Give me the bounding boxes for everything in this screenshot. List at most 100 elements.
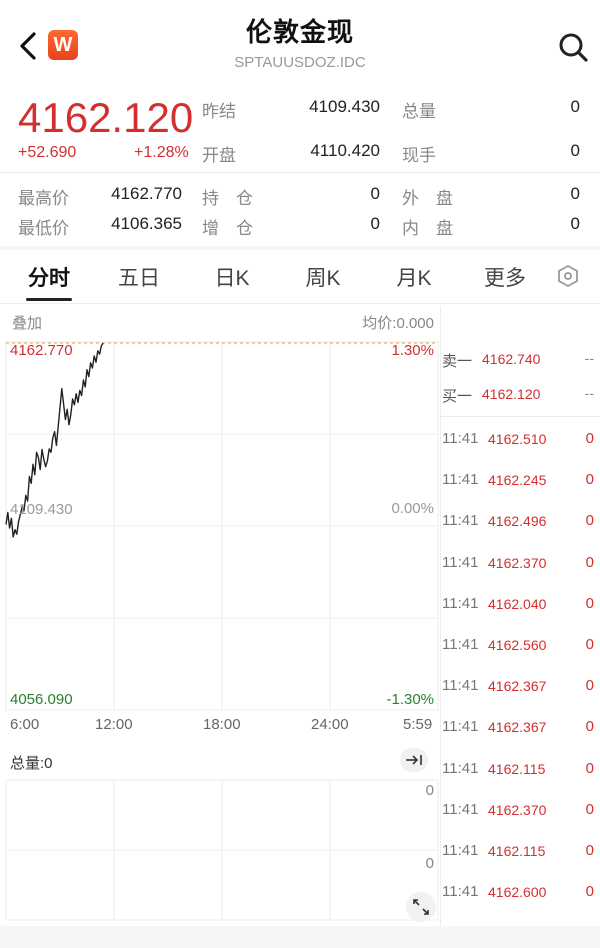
time-tick: 6:00	[10, 716, 40, 733]
tab-monthly-k[interactable]: 月K	[384, 262, 444, 292]
trade-row: 11:41 4162.115 0	[442, 760, 598, 790]
hexagon-settings-icon	[558, 264, 578, 288]
trade-time: 11:41	[442, 842, 479, 859]
trade-volume: 0	[585, 759, 594, 777]
trade-time: 11:41	[442, 883, 479, 901]
volume-grid	[5, 779, 439, 921]
low-label: 最低价	[18, 219, 69, 238]
active-tab-indicator	[26, 298, 72, 301]
buy-one-label: 买一	[442, 388, 473, 405]
trade-row: 11:41 4162.510 0	[442, 430, 598, 460]
sell-one-price: 4162.740	[482, 351, 541, 367]
page-title: 伦敦金现	[245, 17, 354, 47]
hold-value: 0	[370, 184, 380, 203]
overlay-button[interactable]: 叠加	[12, 312, 42, 333]
trade-time: 11:41	[442, 512, 479, 530]
axis-top-price: 4162.770	[10, 342, 73, 359]
axis-bottom-price: 4056.090	[10, 691, 73, 708]
trade-price: 4162.496	[488, 513, 547, 530]
trade-volume: 0	[585, 718, 594, 736]
open-value: 4110.420	[310, 141, 380, 160]
arrow-right-bar-icon	[406, 755, 422, 765]
tab-five-day[interactable]: 五日	[109, 262, 169, 292]
trade-time: 11:41	[442, 471, 479, 489]
outer-value: 0	[570, 184, 580, 203]
inner-label: 内 盘	[402, 219, 453, 238]
trade-price: 4162.115	[488, 843, 546, 859]
trade-row: 11:41 4162.245 0	[442, 471, 598, 501]
trade-volume: 0	[585, 800, 594, 818]
add-value: 0	[370, 214, 380, 233]
trade-time: 11:41	[442, 430, 479, 447]
last-price: 4162.120	[18, 94, 194, 141]
axis-mid-price: 4109.430	[10, 501, 73, 518]
expand-volume-button[interactable]	[400, 748, 428, 772]
price-grid	[5, 341, 439, 711]
price-change: +52.690	[18, 144, 77, 161]
chart-settings-button[interactable]	[556, 264, 580, 288]
axis-mid-pct: 0.00%	[391, 500, 434, 517]
time-tick: 18:00	[203, 716, 241, 733]
tab-more[interactable]: 更多	[475, 262, 535, 292]
divider	[0, 172, 600, 173]
trade-volume: 0	[585, 430, 594, 447]
bottom-bar	[0, 926, 600, 948]
search-icon	[559, 33, 588, 62]
trade-time: 11:41	[442, 553, 479, 571]
trade-volume: 0	[585, 842, 594, 859]
trade-row: 11:41 4162.367 0	[442, 718, 598, 748]
sell-one-row: 卖一 4162.740 --	[442, 350, 598, 376]
trade-time: 11:41	[442, 677, 479, 695]
fullscreen-button[interactable]	[406, 892, 436, 922]
tab-daily-k[interactable]: 日K	[202, 262, 262, 292]
volume-axis-mid: 0	[425, 855, 434, 872]
average-price-label: 均价:0.000	[362, 315, 434, 332]
sell-one-volume: --	[584, 350, 594, 366]
tab-intraday[interactable]: 分时	[19, 262, 79, 292]
buy-one-volume: --	[584, 385, 594, 401]
add-label: 增 仓	[202, 219, 253, 238]
inner-value: 0	[570, 214, 580, 233]
total-volume-label: 总量	[402, 102, 436, 121]
trade-time: 11:41	[442, 718, 479, 736]
hold-label: 持 仓	[202, 189, 253, 208]
trade-price: 4162.245	[488, 472, 547, 489]
price-change-pct: +1.28%	[134, 144, 189, 161]
trade-price: 4162.510	[488, 431, 547, 447]
trade-row: 11:41 4162.370 0	[442, 554, 598, 584]
trade-price: 4162.560	[488, 637, 547, 653]
trade-volume: 0	[585, 883, 594, 901]
prev-close-label: 昨结	[202, 102, 236, 121]
prev-close-value: 4109.430	[309, 97, 380, 116]
trade-row: 11:41 4162.040 0	[442, 595, 598, 625]
volume-total-label: 总量:0	[10, 755, 53, 772]
trade-row: 11:41 4162.496 0	[442, 512, 598, 542]
expand-diagonal-icon	[413, 899, 429, 915]
trade-price: 4162.040	[488, 595, 547, 612]
trade-volume: 0	[585, 553, 594, 571]
trade-volume: 0	[585, 471, 594, 489]
sell-one-label: 卖一	[442, 353, 473, 370]
trade-row: 11:41 4162.560 0	[442, 636, 598, 666]
search-button[interactable]	[556, 30, 590, 64]
buy-one-row: 买一 4162.120 --	[442, 385, 598, 411]
tab-weekly-k[interactable]: 周K	[293, 262, 353, 292]
time-tick: 12:00	[95, 716, 133, 733]
quote-panel: 4162.120 +52.690 +1.28% 昨结 4109.430 总量 0…	[0, 88, 600, 248]
trade-time: 11:41	[442, 594, 479, 612]
open-label: 开盘	[202, 146, 236, 165]
volume-axis-top: 0	[425, 782, 434, 799]
buy-one-price: 4162.120	[482, 386, 541, 402]
trade-row: 11:41 4162.370 0	[442, 801, 598, 831]
trade-price: 4162.367	[488, 678, 547, 695]
book-divider	[440, 416, 600, 417]
high-label: 最高价	[18, 189, 69, 208]
trade-time: 11:41	[442, 759, 479, 777]
symbol-code: SPTAUUSDOZ.IDC	[234, 54, 366, 71]
intraday-chart[interactable]	[0, 306, 440, 926]
time-tick: 5:59	[403, 716, 433, 733]
outer-label: 外 盘	[402, 189, 453, 208]
low-value: 4106.365	[111, 214, 182, 233]
trade-price: 4162.600	[488, 884, 547, 901]
current-hand-label: 现手	[402, 146, 436, 165]
